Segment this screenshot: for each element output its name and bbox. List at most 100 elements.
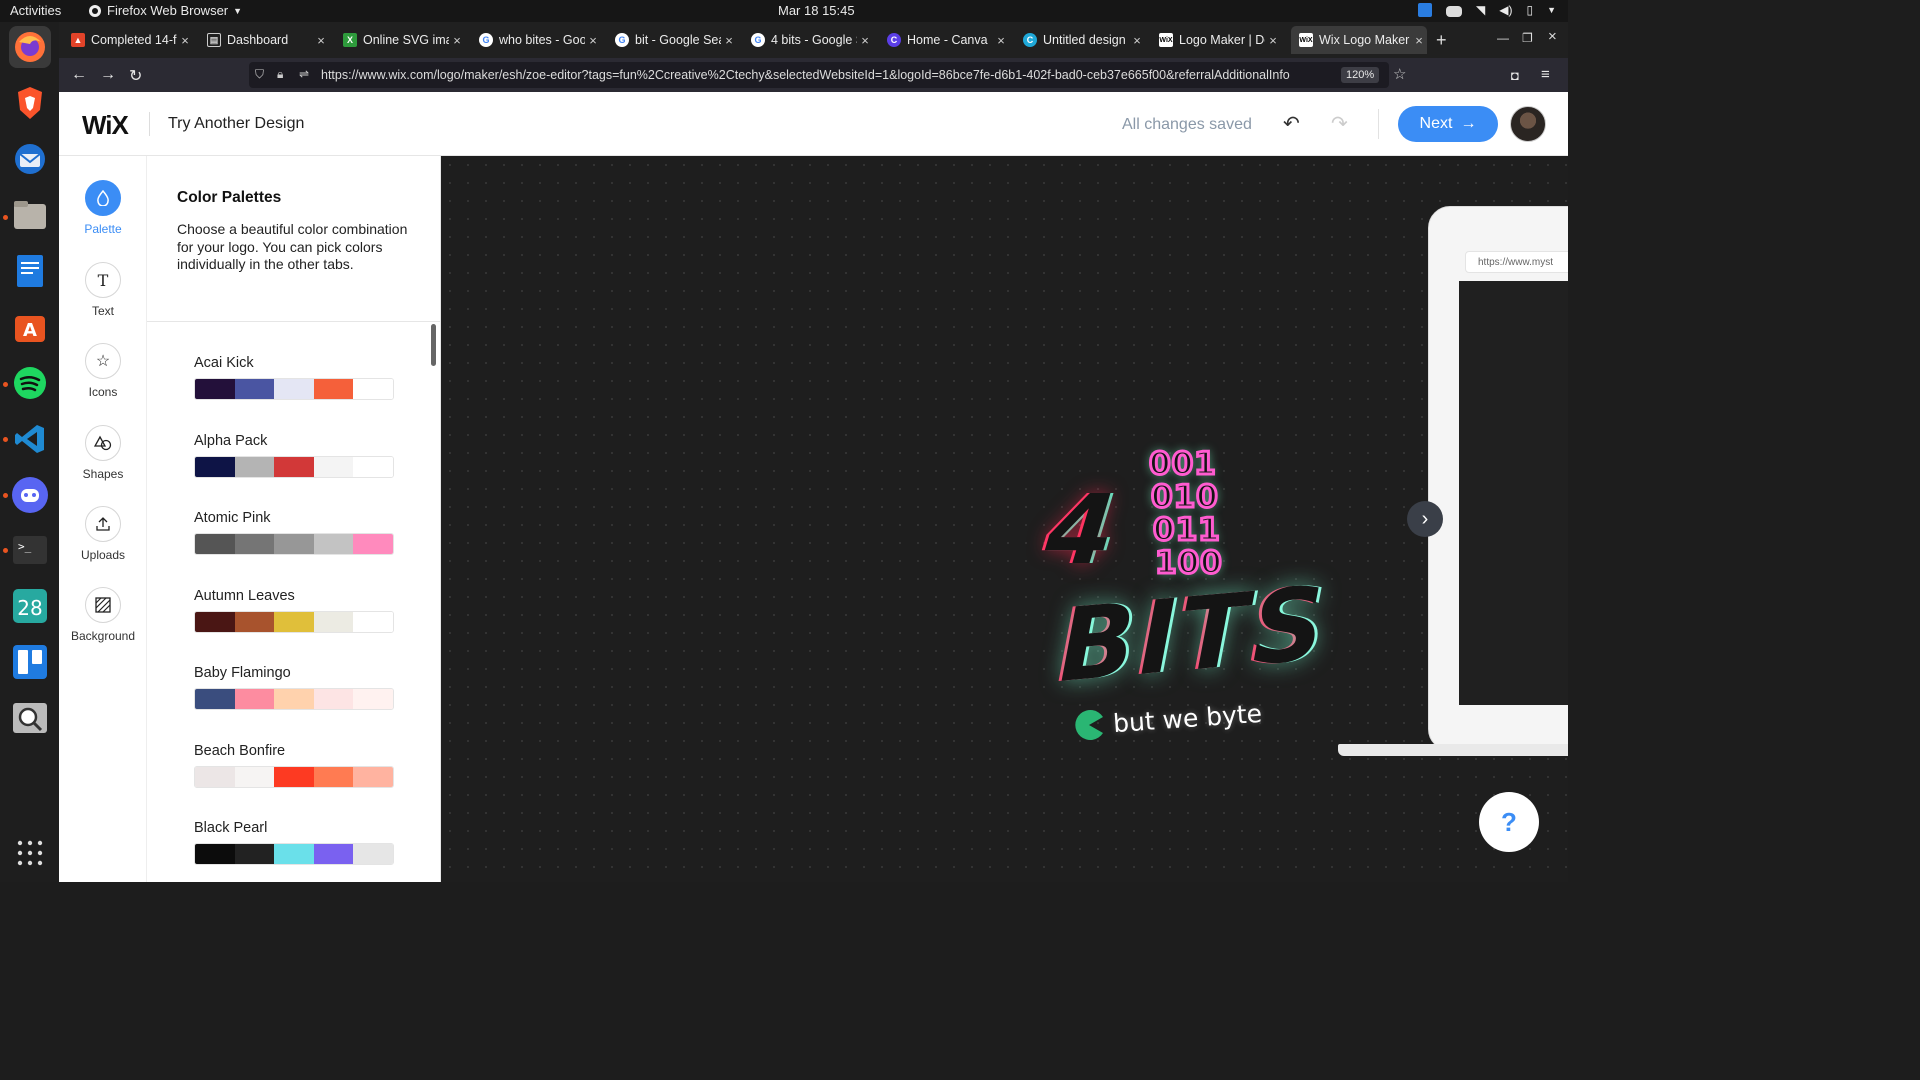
close-icon[interactable]: × — [1265, 33, 1281, 48]
rail-item-uploads[interactable]: Uploads — [59, 506, 147, 562]
rail-item-shapes[interactable]: Shapes — [59, 425, 147, 481]
shield-icon[interactable]: ⛉ — [255, 67, 264, 82]
close-window-button[interactable]: × — [1548, 28, 1557, 45]
close-icon[interactable]: × — [449, 33, 465, 48]
close-icon[interactable]: × — [721, 33, 737, 48]
rail-item-text[interactable]: T Text — [59, 262, 147, 318]
next-mockup-button[interactable]: › — [1407, 501, 1443, 537]
restore-button[interactable]: ❐ — [1522, 31, 1533, 45]
url-text[interactable]: https://www.wix.com/logo/maker/esh/zoe-e… — [321, 68, 1336, 82]
palette-option[interactable]: Baby Flamingo — [194, 665, 394, 710]
trello-icon[interactable] — [9, 641, 51, 683]
system-tray[interactable]: ◥ ◀) ▯ ▼ — [1418, 3, 1556, 17]
terminal-icon[interactable]: >_ — [9, 529, 51, 571]
pocket-icon[interactable]: ◘ — [1511, 68, 1519, 83]
browser-tab[interactable]: X Online SVG imag × — [335, 26, 465, 54]
redo-icon[interactable]: ↷ — [1331, 111, 1348, 136]
volume-icon[interactable]: ◀) — [1499, 3, 1512, 17]
app-store-icon[interactable]: A — [9, 306, 51, 348]
close-icon[interactable]: × — [1129, 33, 1145, 48]
close-icon[interactable]: × — [177, 33, 193, 48]
bookmark-star-icon[interactable]: ☆ — [1393, 65, 1406, 83]
browser-tab-active[interactable]: WiX Wix Logo Maker × — [1291, 26, 1427, 54]
browser-tab[interactable]: ▲ Completed 14-fi × — [63, 26, 193, 54]
palette-swatches[interactable] — [194, 533, 394, 555]
search-app-icon[interactable] — [9, 697, 51, 739]
wifi-icon[interactable]: ◥ — [1476, 3, 1485, 17]
close-icon[interactable]: × — [313, 33, 329, 48]
discord-icon[interactable] — [9, 474, 51, 516]
palette-name: Acai Kick — [194, 355, 254, 371]
browser-tab[interactable]: C Untitled design × — [1015, 26, 1145, 54]
lock-icon[interactable]: 🔒︎ — [277, 67, 283, 82]
pacman-icon — [1075, 710, 1103, 740]
back-icon[interactable]: ← — [71, 66, 87, 84]
url-bar[interactable]: ⛉ 🔒︎ ⇌ https://www.wix.com/logo/maker/es… — [249, 62, 1406, 88]
activities-button[interactable]: Activities — [10, 3, 61, 18]
palette-swatches[interactable] — [194, 688, 394, 710]
color-swatch — [195, 844, 235, 864]
panel-scrollbar[interactable] — [431, 324, 436, 366]
palette-option[interactable]: Autumn Leaves — [194, 588, 394, 633]
wix-logo[interactable]: WiX — [82, 110, 129, 141]
close-icon[interactable]: × — [585, 33, 601, 48]
battery-icon[interactable]: ▯ — [1526, 3, 1533, 17]
palette-name: Atomic Pink — [194, 510, 271, 526]
palette-swatches[interactable] — [194, 455, 394, 478]
vscode-icon[interactable] — [9, 418, 51, 460]
browser-tab[interactable]: G 4 bits - Google S × — [743, 26, 873, 54]
minimize-button[interactable]: — — [1497, 31, 1509, 45]
chevron-down-icon[interactable]: ▼ — [1547, 5, 1556, 15]
palette-swatches[interactable] — [194, 378, 394, 400]
avatar[interactable] — [1510, 106, 1546, 142]
palette-swatches[interactable] — [194, 765, 394, 788]
palette-option[interactable]: Alpha Pack — [194, 433, 394, 478]
canva-icon: C — [1023, 33, 1037, 47]
palette-swatches[interactable] — [194, 610, 394, 633]
menu-icon[interactable]: ≡ — [1541, 66, 1550, 83]
trello-tray-icon[interactable] — [1418, 3, 1432, 17]
tab-title: Untitled design — [1043, 33, 1126, 47]
close-icon[interactable]: × — [857, 33, 873, 48]
next-button[interactable]: Next → — [1398, 106, 1498, 142]
rail-item-palette[interactable]: Palette — [59, 180, 147, 236]
close-icon[interactable]: × — [993, 33, 1009, 48]
color-swatch — [234, 689, 275, 709]
rail-item-icons[interactable]: ☆ Icons — [59, 343, 147, 399]
forward-icon[interactable]: → — [100, 66, 116, 84]
close-icon[interactable]: × — [1411, 33, 1427, 48]
spotify-icon[interactable] — [9, 362, 51, 404]
rail-label: Palette — [84, 222, 122, 236]
firefox-icon[interactable] — [9, 26, 51, 68]
calendar-icon[interactable]: 28 — [9, 585, 51, 627]
browser-tab[interactable]: G who bites - Goog × — [471, 26, 601, 54]
rail-item-background[interactable]: Background — [59, 587, 147, 643]
browser-tab[interactable]: C Home - Canva × — [879, 26, 1009, 54]
palette-option[interactable]: Atomic Pink — [194, 510, 394, 555]
undo-icon[interactable]: ↶ — [1283, 111, 1300, 136]
zoom-level[interactable]: 120% — [1341, 67, 1380, 83]
palette-swatches[interactable] — [194, 843, 394, 865]
new-tab-button[interactable]: + — [1436, 30, 1447, 51]
app-grid-icon[interactable] — [9, 832, 51, 874]
files-icon[interactable] — [9, 194, 51, 236]
browser-tab[interactable]: G bit - Google Sear × — [607, 26, 737, 54]
brave-icon[interactable] — [9, 82, 51, 124]
writer-icon[interactable] — [9, 250, 51, 292]
logo-binary-row: 001 — [1148, 445, 1218, 484]
reload-icon[interactable]: ↻ — [129, 66, 142, 86]
palette-option[interactable]: Black Pearl — [194, 820, 394, 865]
try-another-design-link[interactable]: Try Another Design — [168, 115, 304, 133]
svg-text:28: 28 — [17, 596, 42, 620]
palette-option[interactable]: Acai Kick — [194, 355, 394, 400]
thunderbird-icon[interactable] — [9, 138, 51, 180]
browser-tab[interactable]: WiX Logo Maker | De × — [1151, 26, 1281, 54]
color-swatch — [313, 379, 354, 399]
discord-tray-icon[interactable] — [1446, 5, 1462, 17]
help-button[interactable]: ? — [1479, 792, 1539, 852]
permissions-icon[interactable]: ⇌ — [299, 67, 309, 81]
palette-option[interactable]: Beach Bonfire — [194, 743, 394, 788]
clock[interactable]: Mar 18 15:45 — [778, 3, 855, 18]
app-menu[interactable]: Firefox Web Browser ▼ — [88, 3, 242, 18]
browser-tab[interactable]: ▤ Dashboard × — [199, 26, 329, 54]
